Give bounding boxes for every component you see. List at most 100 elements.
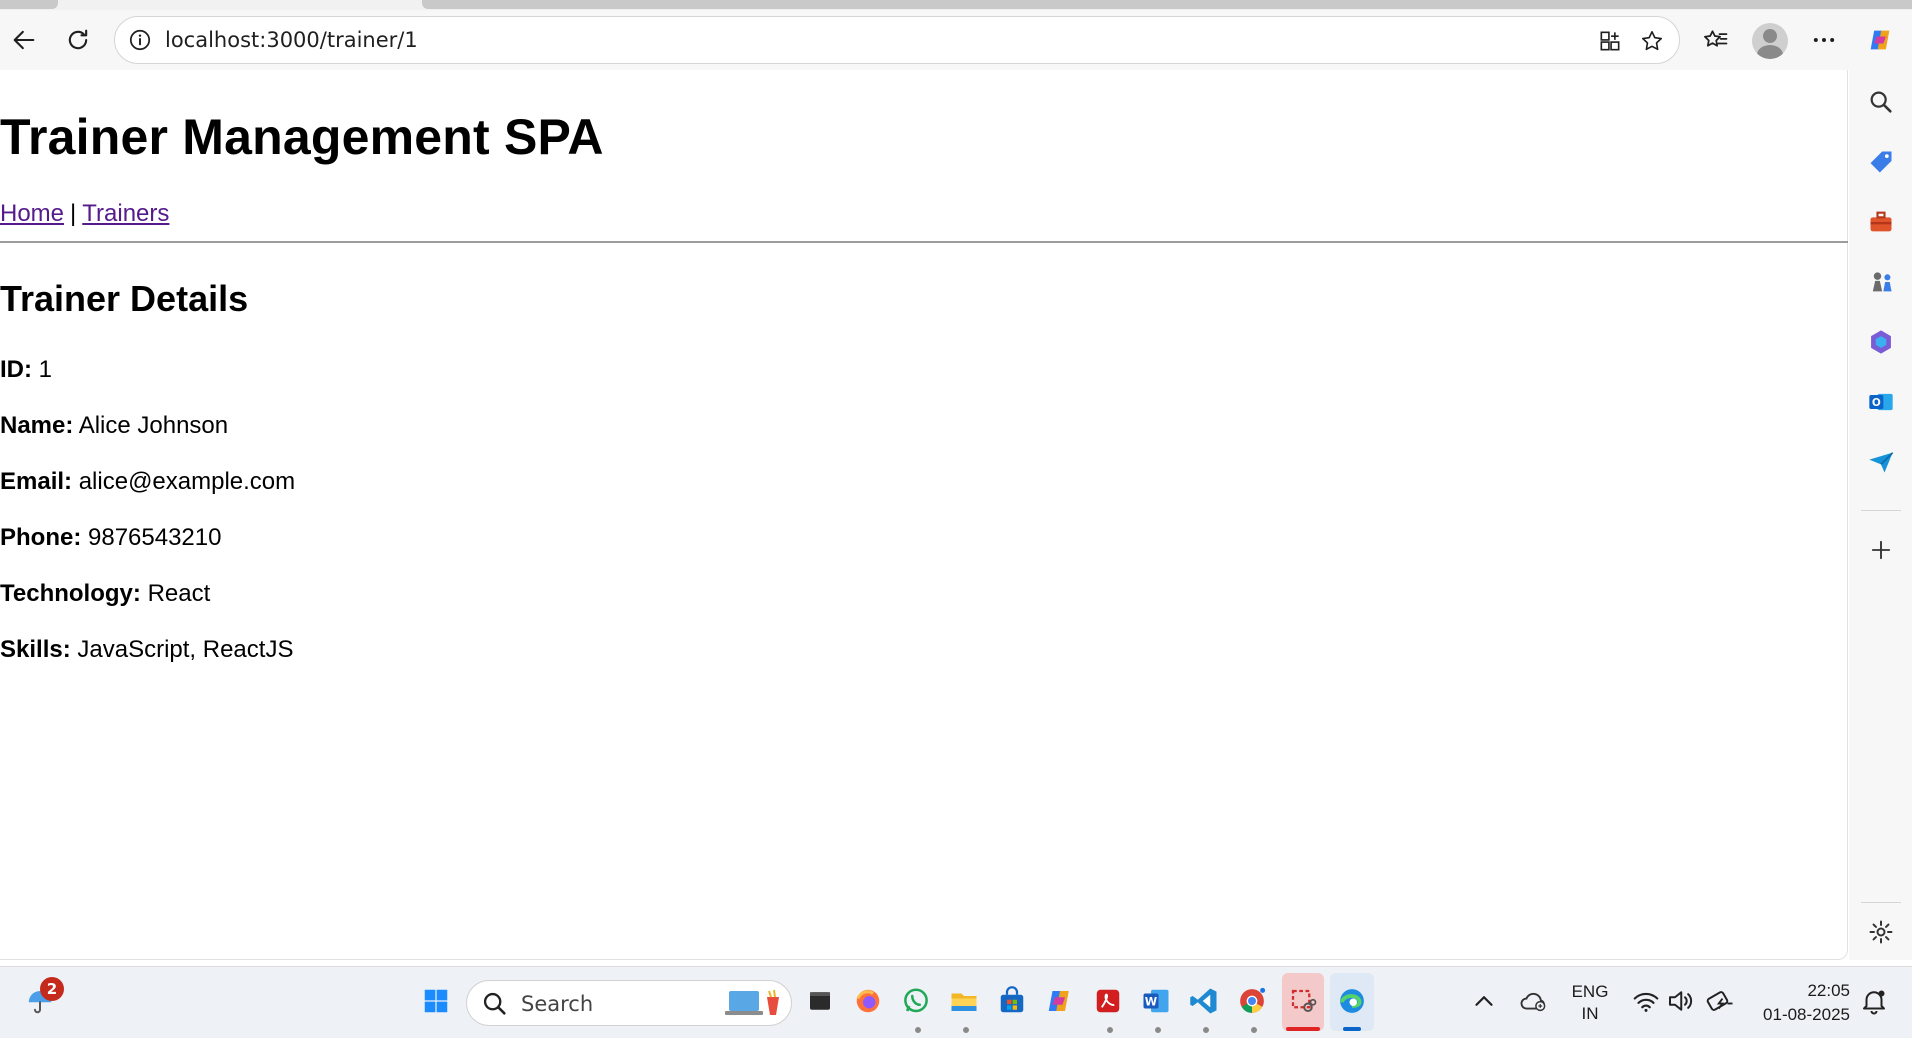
start-button[interactable]: [416, 981, 456, 1021]
field-label: Skills:: [0, 636, 71, 663]
taskbar-app-snipping-tool[interactable]: [1283, 981, 1323, 1021]
sidebar-divider: [1861, 510, 1901, 511]
cloud-sync-icon: [1520, 992, 1546, 1012]
sidebar-add-button[interactable]: [1861, 530, 1901, 570]
sidebar-outlook-button[interactable]: O: [1861, 382, 1901, 422]
taskbar-app-store[interactable]: [992, 981, 1032, 1021]
whatsapp-icon: [904, 988, 928, 1013]
edge-sidebar: O: [1849, 70, 1912, 960]
language-indicator[interactable]: ENG IN: [1570, 981, 1610, 1025]
copilot-icon: [1870, 30, 1890, 50]
field-value: JavaScript, ReactJS: [77, 636, 294, 663]
taskbar-app-edge[interactable]: [1332, 981, 1372, 1021]
field-technology: Technology: React: [0, 580, 210, 608]
field-label: Technology:: [0, 580, 141, 607]
pdf-icon: [1096, 989, 1120, 1013]
sidebar-settings-button[interactable]: [1861, 912, 1901, 952]
volume-button[interactable]: [1660, 981, 1700, 1021]
field-value: alice@example.com: [78, 468, 296, 495]
sidebar-games-button[interactable]: [1861, 262, 1901, 302]
chrome-icon: [1240, 987, 1266, 1013]
profile-avatar[interactable]: [1752, 23, 1788, 59]
app-available-button[interactable]: [1593, 24, 1627, 58]
running-indicator: [1251, 1027, 1257, 1033]
sidebar-search-button[interactable]: [1861, 82, 1901, 122]
notification-center-button[interactable]: [1854, 981, 1894, 1021]
favorites-icon: [1704, 30, 1728, 47]
language-region: IN: [1581, 1004, 1599, 1023]
svg-text:W: W: [1145, 995, 1158, 1008]
sidebar-send-button[interactable]: [1861, 442, 1901, 482]
favorite-star-button[interactable]: [1635, 24, 1669, 58]
taskbar-app-terminal[interactable]: [800, 981, 840, 1021]
taskbar-app-firefox[interactable]: [848, 981, 888, 1021]
refresh-button[interactable]: [58, 20, 98, 60]
field-skills: Skills: JavaScript, ReactJS: [0, 636, 293, 664]
terminal-icon: [810, 992, 830, 1010]
field-value: 1: [38, 356, 53, 383]
chevron-up-icon: [1475, 996, 1493, 1006]
field-label: Name:: [0, 412, 74, 439]
firefox-icon: [856, 989, 880, 1013]
edge-icon: [1340, 989, 1364, 1013]
search-placeholder: Search: [521, 992, 594, 1016]
clock-time: 22:05: [1807, 981, 1850, 1000]
search-icon: [483, 992, 506, 1015]
app-title: Trainer Management SPA: [0, 109, 604, 165]
avatar-head: [1763, 29, 1777, 43]
copilot-icon: [1048, 991, 1069, 1011]
battery-charging-icon: [1706, 991, 1733, 1011]
nav-separator: |: [70, 200, 77, 227]
taskbar-app-file-explorer[interactable]: [944, 981, 984, 1021]
url-text[interactable]: localhost:3000/trainer/1: [165, 28, 418, 52]
vscode-icon: [1190, 988, 1217, 1014]
sidebar-office-button[interactable]: [1861, 322, 1901, 362]
favorites-button[interactable]: [1696, 20, 1736, 60]
field-label: Email:: [0, 468, 73, 495]
site-info-icon[interactable]: [127, 27, 153, 53]
running-indicator: [963, 1027, 969, 1033]
nav-link-trainers[interactable]: Trainers: [82, 200, 169, 227]
gear-icon: [1869, 920, 1893, 944]
system-clock[interactable]: 22:05 01-08-2025: [1752, 979, 1850, 1027]
field-value: 9876543210: [88, 524, 222, 551]
snipping-tool-icon: [1291, 989, 1317, 1012]
copilot-button[interactable]: [1860, 20, 1900, 60]
microsoft365-icon: [1871, 330, 1891, 354]
paper-plane-icon: [1869, 452, 1894, 473]
show-hidden-icons-button[interactable]: [1464, 981, 1504, 1021]
field-label: ID:: [0, 356, 32, 383]
running-indicator: [915, 1027, 921, 1033]
notification-badge: 2: [40, 977, 64, 1001]
windows-logo-icon: [424, 989, 448, 1013]
taskbar-app-copilot[interactable]: [1040, 981, 1080, 1021]
field-phone: Phone: 9876543210: [0, 524, 221, 552]
taskbar-app-acrobat[interactable]: [1088, 981, 1128, 1021]
settings-more-button[interactable]: [1804, 20, 1844, 60]
battery-button[interactable]: [1700, 981, 1740, 1021]
onedrive-button[interactable]: [1514, 981, 1554, 1021]
browser-toolbar: localhost:3000/trainer/1: [0, 10, 1912, 70]
tab-strip-left: [0, 0, 58, 9]
taskbar-app-whatsapp[interactable]: [896, 981, 936, 1021]
taskbar-search[interactable]: Search: [466, 980, 792, 1026]
taskbar-app-word[interactable]: W: [1136, 981, 1176, 1021]
field-value: React: [147, 580, 211, 607]
field-label: Phone:: [0, 524, 82, 551]
apps-grid-icon: [1600, 31, 1620, 51]
tab-strip-scrollbar[interactable]: [422, 0, 1912, 9]
sidebar-tools-button[interactable]: [1861, 202, 1901, 242]
back-button[interactable]: [4, 20, 44, 60]
svg-text:O: O: [1872, 397, 1881, 409]
chess-piece-icon: [1872, 272, 1892, 292]
more-dots-icon: [1813, 38, 1835, 42]
nav-link-home[interactable]: Home: [0, 200, 64, 227]
field-name: Name: Alice Johnson: [0, 412, 228, 440]
folder-icon: [951, 993, 977, 1011]
taskbar-app-vscode[interactable]: [1184, 981, 1224, 1021]
taskbar-app-chrome[interactable]: [1232, 981, 1272, 1021]
sidebar-shopping-button[interactable]: [1861, 142, 1901, 182]
clock-date: 01-08-2025: [1763, 1005, 1850, 1024]
search-icon: [1870, 91, 1892, 113]
address-bar[interactable]: localhost:3000/trainer/1: [114, 16, 1680, 64]
